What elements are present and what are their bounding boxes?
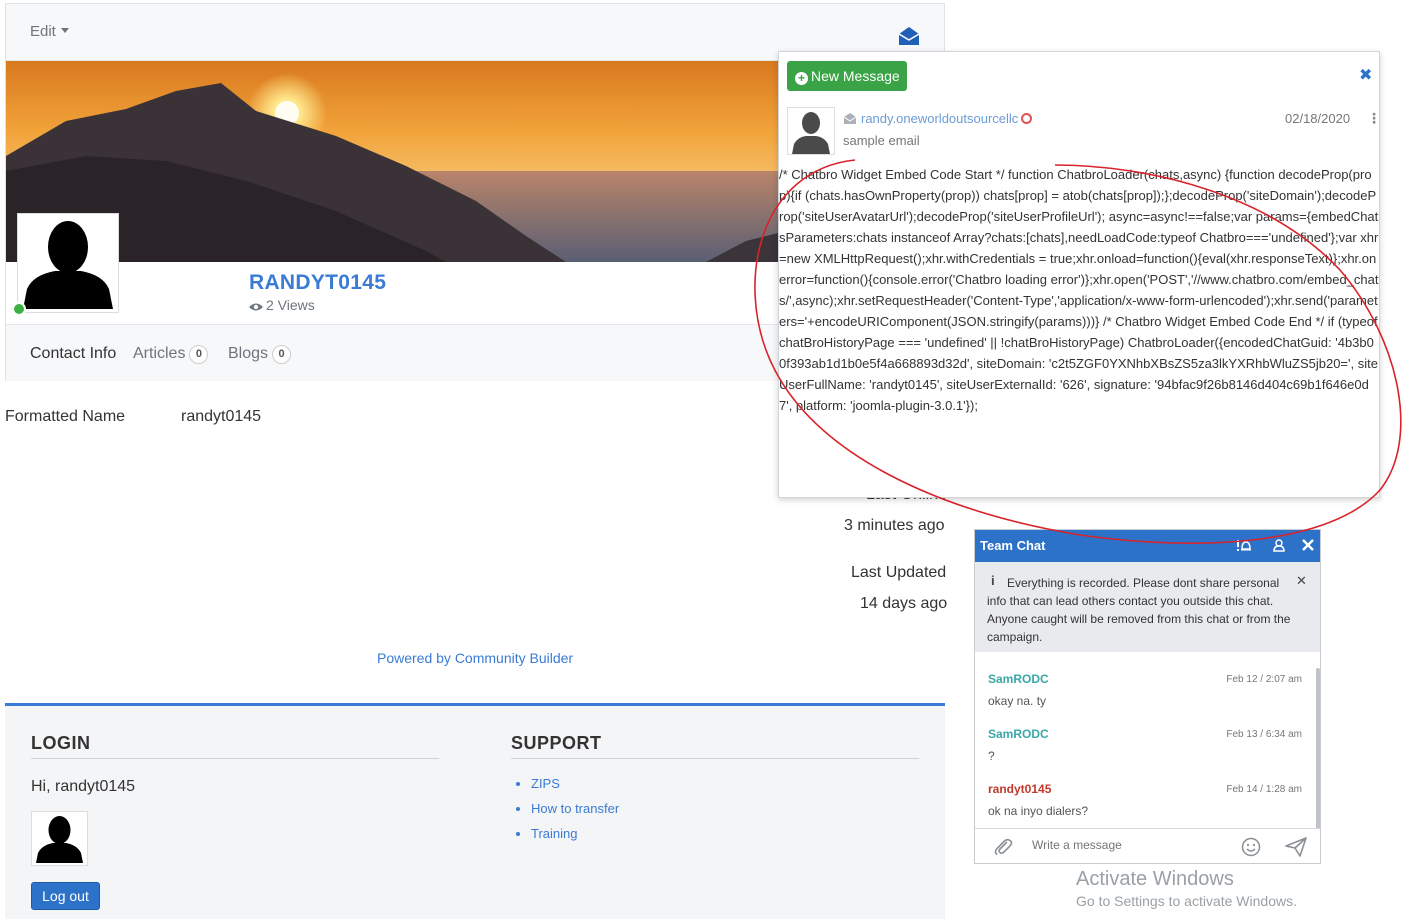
chat-scrollbar[interactable] — [1316, 668, 1320, 830]
tab-label: Blogs — [228, 345, 269, 362]
activate-windows-title: Activate Windows — [1076, 868, 1234, 890]
activate-windows-subtitle: Go to Settings to activate Windows. — [1076, 893, 1297, 909]
formatted-name-label: Formatted Name — [5, 408, 126, 425]
chat-composer — [975, 828, 1320, 863]
support-divider — [511, 758, 919, 759]
chat-message: SamRODC Feb 12 / 2:07 am okay na. ty — [988, 672, 1302, 708]
chat-message: randyt0145 Feb 14 / 1:28 am ok na inyo d… — [988, 782, 1302, 818]
profile-username[interactable]: RANDYT0145 — [249, 271, 386, 295]
profile-views: 2 Views — [249, 297, 315, 313]
notice-text: Everything is recorded. Please dont shar… — [987, 576, 1291, 644]
close-icon[interactable] — [1302, 539, 1314, 554]
new-message-button[interactable]: + New Message — [787, 61, 907, 91]
last-updated-label: Last Updated — [851, 564, 947, 581]
offline-status-icon — [1021, 113, 1033, 124]
support-title: SUPPORT — [511, 733, 602, 753]
edit-dropdown-button[interactable]: Edit — [30, 23, 69, 40]
support-link-training[interactable]: Training — [531, 826, 577, 841]
support-links: ZIPS How to transfer Training — [511, 776, 619, 851]
last-updated-value: 14 days ago — [860, 595, 948, 612]
chat-text: ? — [988, 749, 995, 763]
message-date: 02/18/2020 — [1285, 111, 1351, 126]
login-divider — [31, 758, 439, 759]
support-link-zips[interactable]: ZIPS — [531, 776, 560, 791]
message-body: /* Chatbro Widget Embed Code Start */ fu… — [779, 167, 1379, 413]
profile-avatar[interactable] — [17, 213, 119, 313]
eye-icon — [249, 303, 263, 311]
online-status-indicator — [12, 302, 26, 316]
chat-message-input[interactable] — [1030, 837, 1220, 853]
chat-text: okay na. ty — [988, 694, 1047, 708]
tab-label: Articles — [133, 345, 186, 362]
envelope-open-icon[interactable] — [897, 24, 921, 48]
plus-circle-icon: + — [795, 72, 808, 85]
user-icon[interactable] — [1273, 539, 1285, 555]
envelope-open-icon — [843, 113, 857, 124]
more-options-icon[interactable]: ⋮ — [1367, 110, 1379, 127]
support-link-how-to-transfer[interactable]: How to transfer — [531, 801, 619, 816]
greeting-text: Hi, randyt0145 — [31, 778, 136, 795]
support-link-item: ZIPS — [531, 776, 619, 791]
chat-notice: i Everything is recorded. Please dont sh… — [975, 562, 1320, 652]
tab-articles[interactable]: Articles 0 — [133, 345, 209, 364]
message-subject: sample email — [843, 133, 920, 148]
close-icon[interactable]: ✖ — [1359, 65, 1372, 85]
team-chat-title: Team Chat — [980, 538, 1046, 553]
send-icon[interactable] — [1285, 837, 1307, 862]
paperclip-icon[interactable] — [993, 837, 1013, 862]
emoji-icon[interactable] — [1241, 837, 1261, 862]
notifications-bell-icon[interactable] — [1237, 539, 1251, 555]
support-link-item: How to transfer — [531, 801, 619, 816]
tab-blogs[interactable]: Blogs 0 — [228, 345, 292, 364]
caret-down-icon — [60, 28, 69, 33]
chat-message: SamRODC Feb 13 / 6:34 am ? — [988, 727, 1302, 763]
logout-button[interactable]: Log out — [31, 882, 100, 910]
last-online-value: 3 minutes ago — [844, 517, 945, 534]
team-chat-widget: Team Chat i Everything is recorded. Plea… — [974, 529, 1321, 864]
chat-timestamp: Feb 14 / 1:28 am — [1226, 784, 1302, 795]
login-title: LOGIN — [31, 733, 91, 753]
new-message-label: New Message — [811, 68, 900, 84]
views-count: 2 Views — [266, 297, 315, 313]
chat-text: ok na inyo dialers? — [988, 804, 1089, 818]
footer-avatar — [31, 811, 88, 866]
sender-name: randy.oneworldoutsourcellc — [861, 111, 1019, 126]
message-sender[interactable]: randy.oneworldoutsourcellc — [843, 111, 1033, 126]
notice-close-icon[interactable]: ✕ — [1296, 573, 1307, 589]
tab-contact-info[interactable]: Contact Info — [30, 345, 116, 363]
edit-label: Edit — [30, 23, 56, 40]
site-footer: LOGIN Hi, randyt0145 Log out SUPPORT ZIP… — [5, 703, 945, 919]
support-link-item: Training — [531, 826, 619, 841]
sender-avatar — [787, 107, 835, 155]
chat-timestamp: Feb 13 / 6:34 am — [1226, 729, 1302, 740]
blogs-count-badge: 0 — [272, 345, 292, 364]
tab-label: Contact Info — [30, 345, 117, 362]
articles-count-badge: 0 — [189, 345, 209, 364]
messages-popup: + New Message ✖ randy.oneworldoutsourcell… — [778, 51, 1380, 498]
formatted-name-value: randyt0145 — [181, 408, 262, 425]
team-chat-header: Team Chat — [975, 530, 1320, 562]
powered-by-link[interactable]: Powered by Community Builder — [377, 650, 573, 666]
chat-timestamp: Feb 12 / 2:07 am — [1226, 674, 1302, 685]
